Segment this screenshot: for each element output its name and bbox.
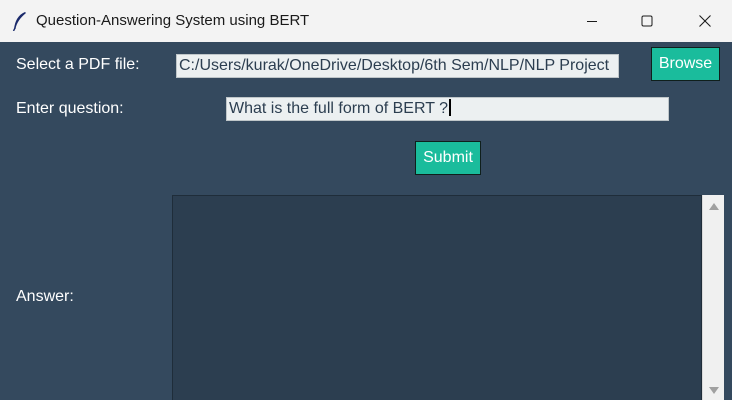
answer-label: Answer: (16, 288, 74, 305)
question-label: Enter question: (16, 100, 124, 117)
browse-button[interactable]: Browse (651, 47, 720, 81)
maximize-icon (641, 15, 653, 27)
window-title: Question-Answering System using BERT (36, 12, 310, 29)
submit-button[interactable]: Submit (415, 141, 481, 175)
scroll-up-arrow-icon[interactable] (708, 201, 720, 211)
answer-scrollbar[interactable] (702, 195, 724, 400)
question-input[interactable]: What is the full form of BERT ? (226, 97, 669, 121)
pdf-path-field[interactable]: C:/Users/kurak/OneDrive/Desktop/6th Sem/… (176, 54, 619, 78)
pdf-path-text: C:/Users/kurak/OneDrive/Desktop/6th Sem/… (179, 57, 610, 74)
close-icon (699, 15, 711, 27)
minimize-icon (587, 21, 597, 22)
pdf-file-label: Select a PDF file: (16, 56, 140, 73)
close-button[interactable] (682, 0, 728, 42)
maximize-button[interactable] (624, 0, 670, 42)
main-panel: Select a PDF file: C:/Users/kurak/OneDri… (0, 42, 732, 400)
question-text: What is the full form of BERT ? (229, 100, 449, 117)
title-bar[interactable]: Question-Answering System using BERT (0, 0, 732, 42)
answer-textarea[interactable] (172, 195, 702, 400)
scroll-down-arrow-icon[interactable] (708, 386, 720, 396)
minimize-button[interactable] (569, 0, 615, 42)
feather-icon (12, 12, 26, 31)
text-cursor (449, 99, 452, 116)
